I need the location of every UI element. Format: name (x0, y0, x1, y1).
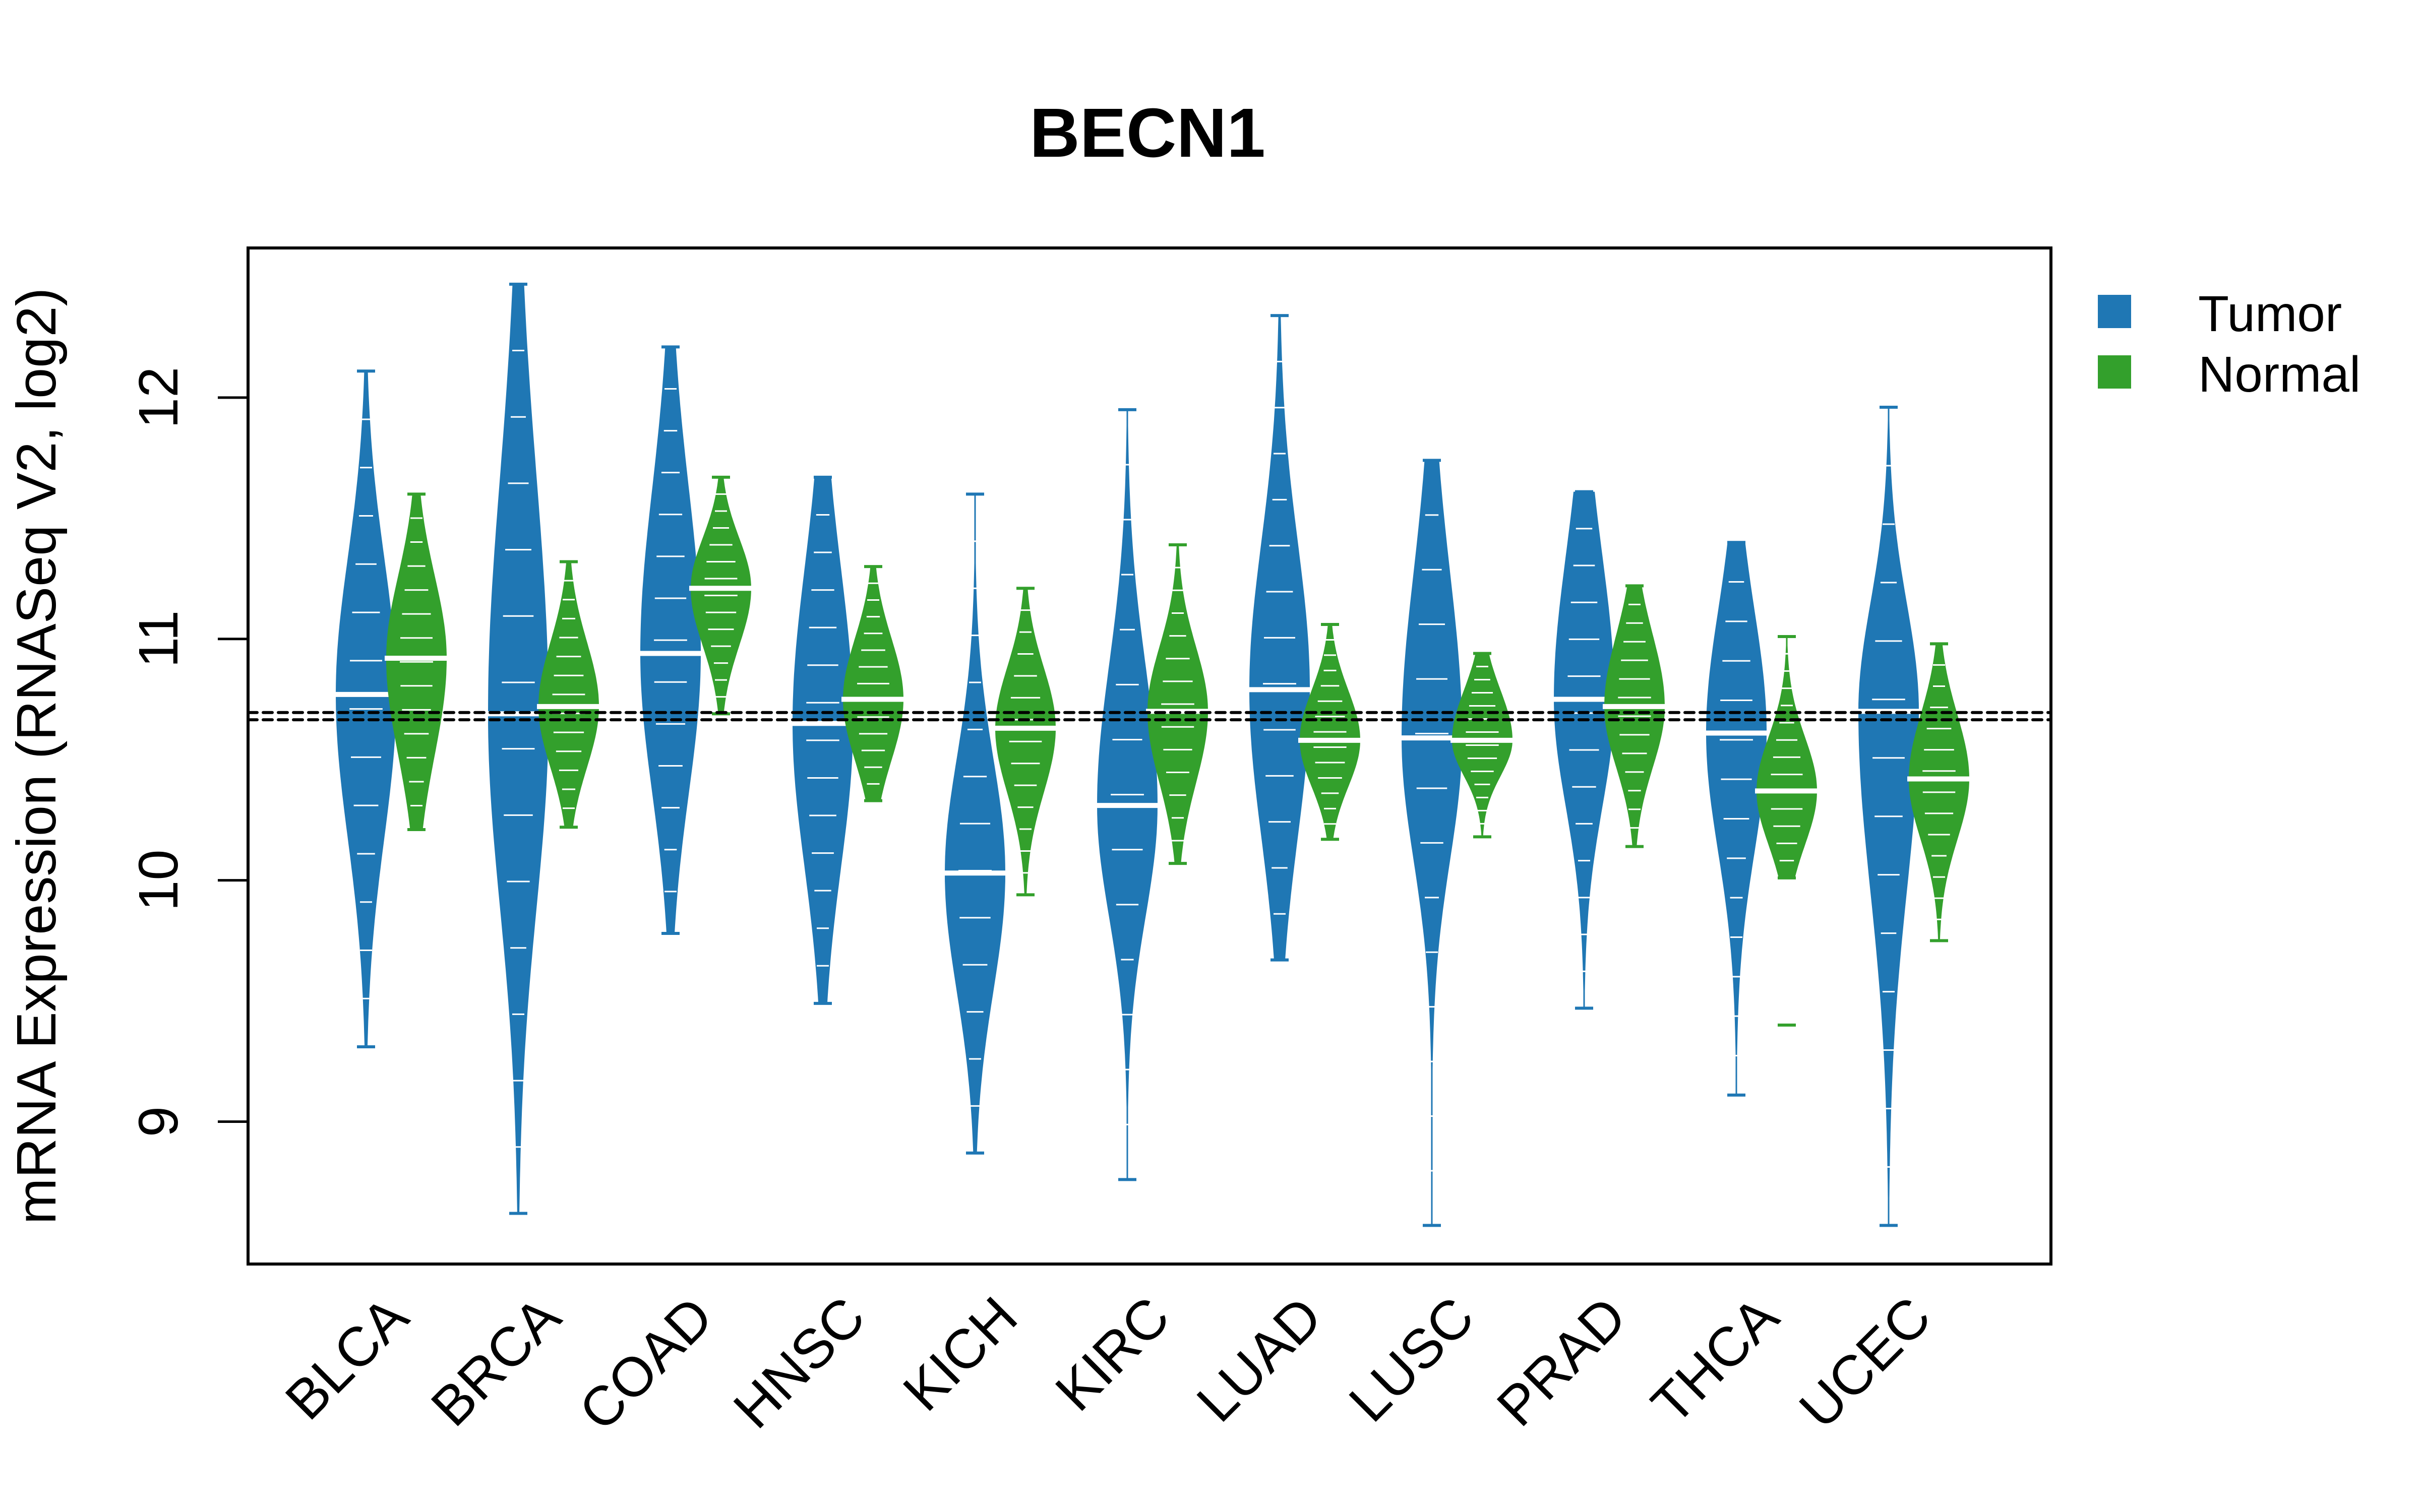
y-tick-label: 11 (128, 610, 190, 668)
legend-swatch-tumor (2098, 295, 2131, 328)
chart-title: BECN1 (1030, 94, 1265, 172)
y-tick-label: 9 (128, 1106, 190, 1137)
violin-chart: BECN1 9101112 BLCABRCACOADHNSC KICH KIRC LU… (0, 0, 2420, 1512)
legend-swatch-normal (2098, 355, 2131, 389)
legend-label-normal: Normal (2198, 346, 2361, 403)
y-axis-label: mRNA Expression (RNASeq V2, log2) (6, 288, 68, 1225)
legend-label-tumor: Tumor (2198, 286, 2342, 342)
y-tick-label: 10 (128, 849, 190, 911)
y-tick-label: 12 (128, 367, 190, 428)
